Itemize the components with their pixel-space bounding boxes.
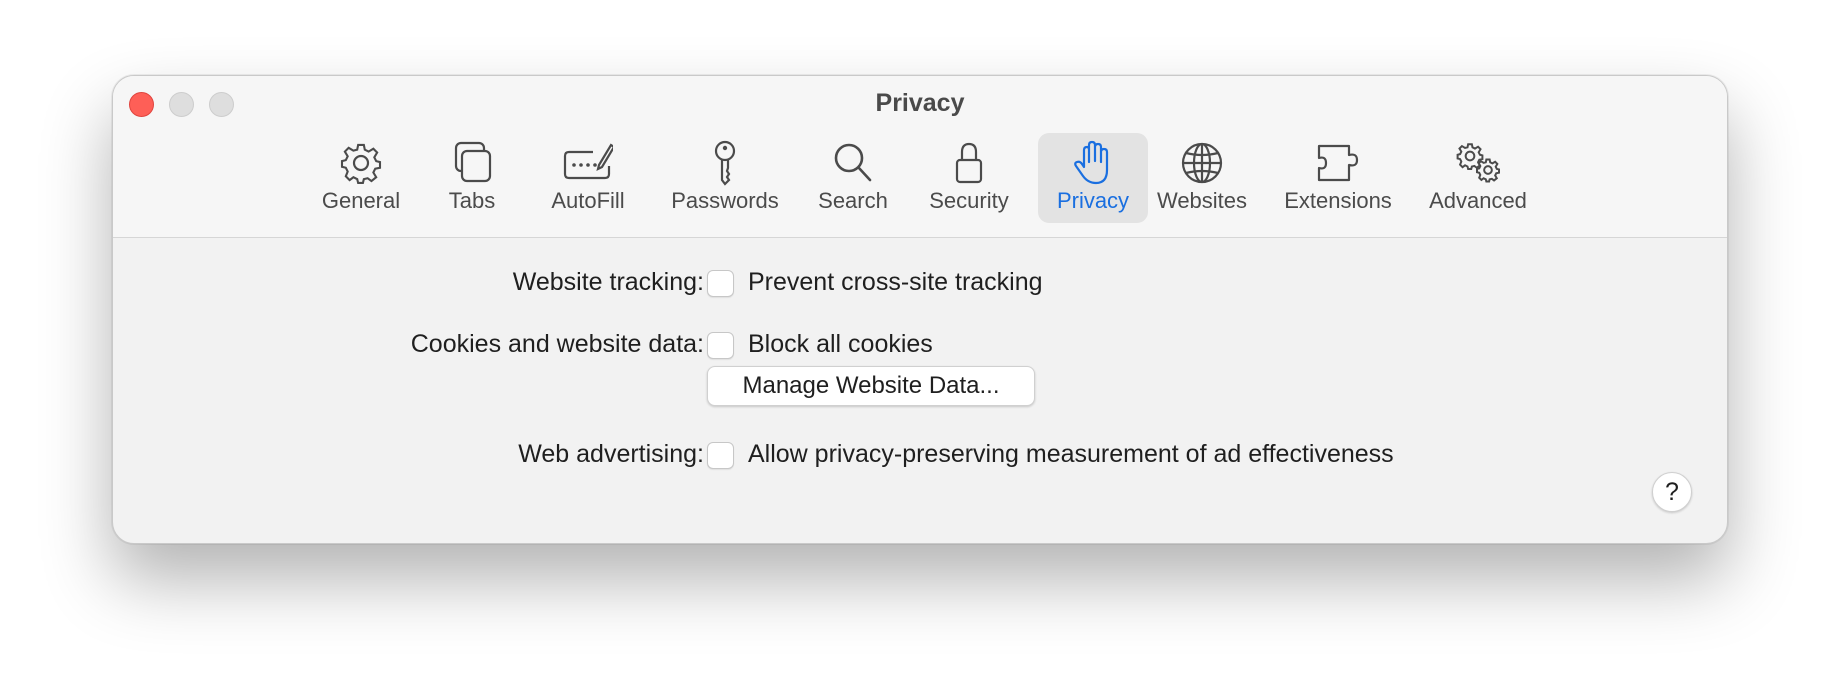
tab-passwords[interactable]: Passwords [660, 133, 790, 223]
puzzle-icon [1313, 140, 1363, 186]
key-icon [700, 140, 750, 186]
tab-autofill-label: AutoFill [551, 188, 625, 213]
tab-tabs[interactable]: Tabs [432, 133, 512, 223]
ad-measurement-checkbox[interactable] [707, 442, 734, 469]
tab-advanced[interactable]: Advanced [1403, 133, 1553, 223]
window-title: Privacy [875, 89, 965, 117]
block-cookies-checkbox[interactable] [707, 332, 734, 359]
search-icon [828, 140, 878, 186]
tab-extensions[interactable]: Extensions [1263, 133, 1413, 223]
tab-privacy[interactable]: Privacy [1038, 133, 1148, 223]
manage-website-data-button[interactable]: Manage Website Data... [707, 366, 1035, 406]
tab-privacy-label: Privacy [1056, 188, 1130, 213]
tab-security[interactable]: Security [913, 133, 1025, 223]
gear-icon [336, 140, 386, 186]
hand-icon [1068, 140, 1118, 186]
tab-passwords-label: Passwords [671, 188, 779, 213]
tab-extensions-label: Extensions [1284, 188, 1392, 213]
preferences-toolbar: General Tabs AutoFill Passwords Search S… [113, 133, 1727, 223]
tab-tabs-label: Tabs [448, 188, 496, 213]
tab-general-label: General [321, 188, 401, 213]
ad-measurement-option[interactable]: Allow privacy-preserving measurement of … [748, 440, 1394, 469]
prevent-tracking-checkbox[interactable] [707, 270, 734, 297]
tab-websites-label: Websites [1156, 188, 1248, 213]
tab-websites[interactable]: Websites [1142, 133, 1262, 223]
website-tracking-label: Website tracking: [512, 268, 704, 296]
tab-security-label: Security [929, 188, 1009, 213]
tab-advanced-label: Advanced [1429, 188, 1527, 213]
tab-search-label: Search [818, 188, 888, 213]
gears-icon [1453, 140, 1503, 186]
titlebar: Privacy General Tabs AutoFill Passwords … [113, 76, 1727, 238]
lock-icon [944, 140, 994, 186]
tab-autofill[interactable]: AutoFill [533, 133, 643, 223]
tabs-icon [447, 140, 497, 186]
preferences-window: Privacy General Tabs AutoFill Passwords … [112, 75, 1728, 544]
help-button[interactable]: ? [1652, 472, 1692, 512]
tab-general[interactable]: General [306, 133, 416, 223]
cookies-label: Cookies and website data: [410, 330, 704, 358]
privacy-pane: Website tracking: Prevent cross-site tra… [113, 238, 1727, 543]
autofill-icon [563, 140, 613, 186]
tab-search[interactable]: Search [803, 133, 903, 223]
web-advertising-label: Web advertising: [518, 440, 704, 468]
block-cookies-option[interactable]: Block all cookies [748, 330, 933, 359]
prevent-tracking-option[interactable]: Prevent cross-site tracking [748, 268, 1043, 297]
globe-icon [1177, 140, 1227, 186]
